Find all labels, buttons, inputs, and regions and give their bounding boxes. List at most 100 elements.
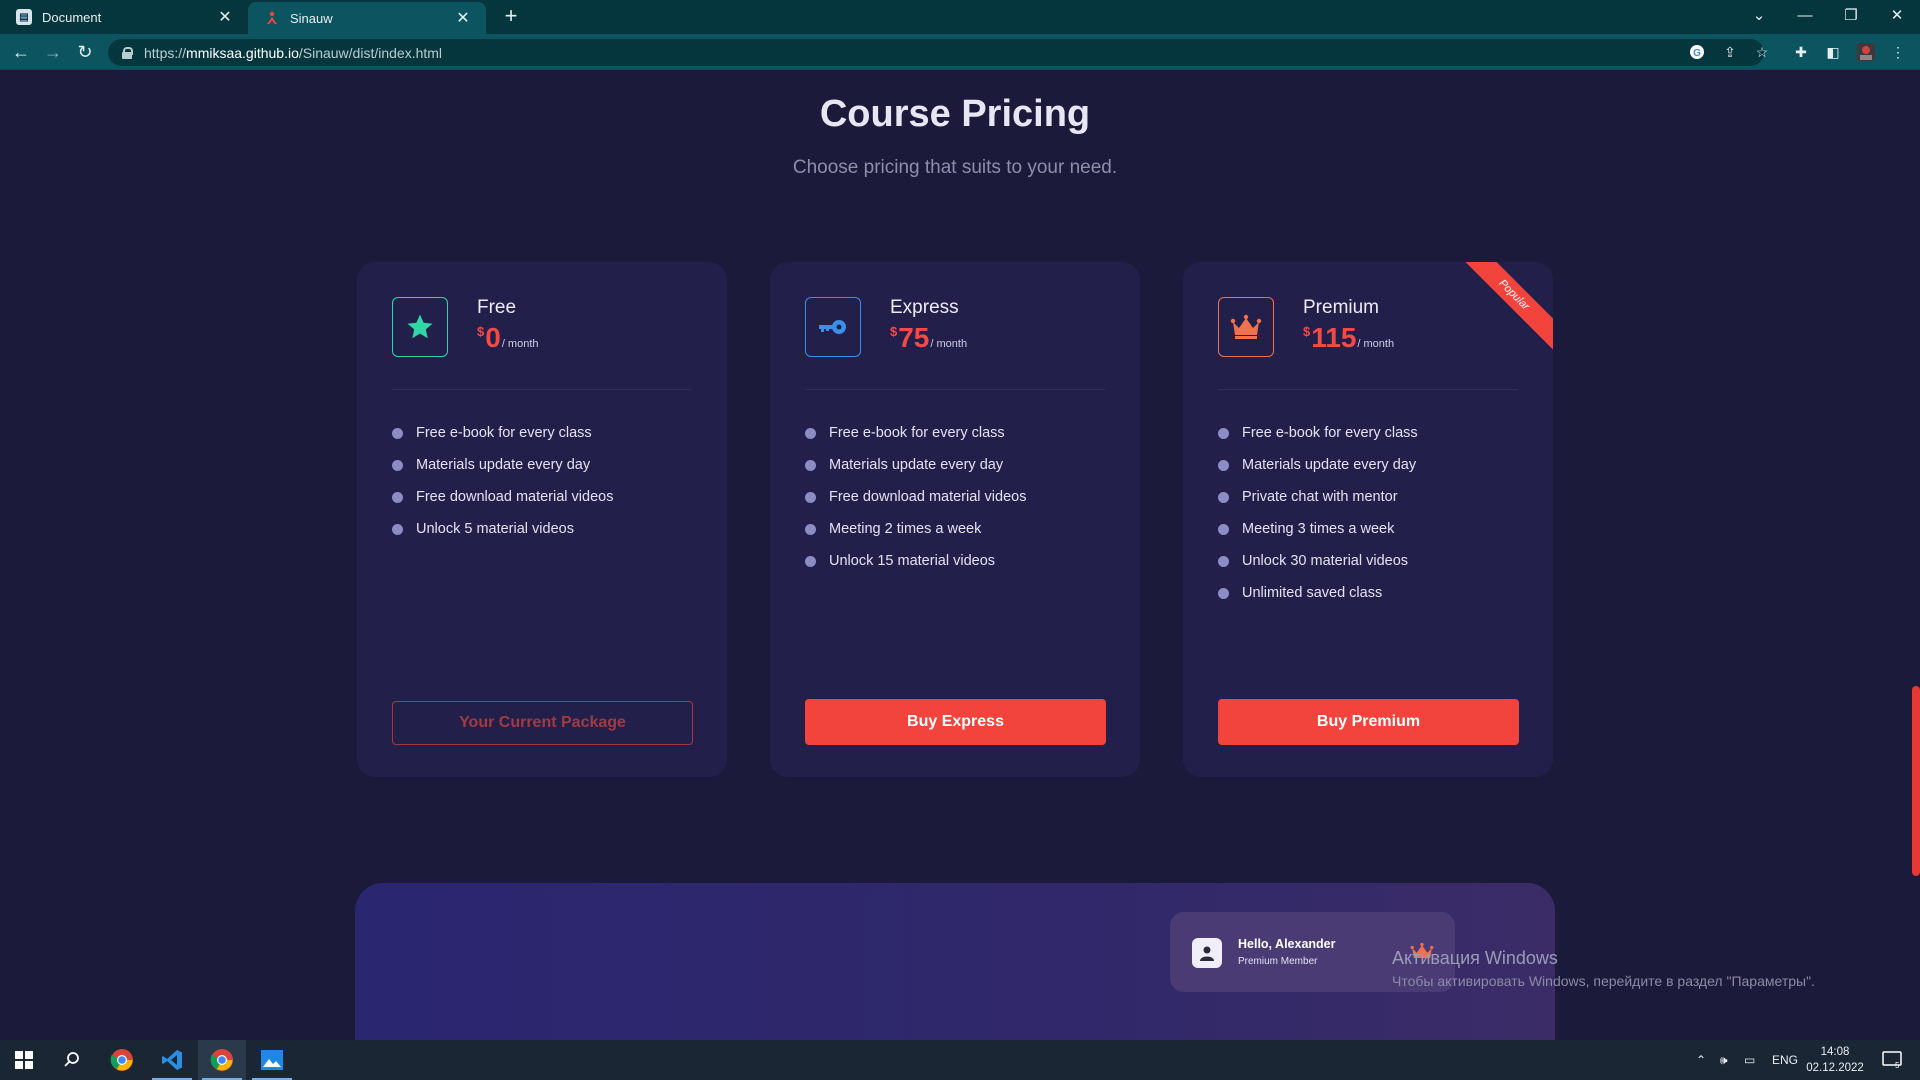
google-icon[interactable]: G: [1687, 42, 1707, 62]
plan-price: $ 115 / month: [1303, 322, 1394, 354]
menu-kebab-icon[interactable]: ⋮: [1888, 42, 1908, 62]
svg-text:G: G: [1693, 48, 1701, 59]
popular-badge: Popular: [1453, 262, 1553, 356]
key-icon: [805, 297, 861, 357]
close-window-button[interactable]: ✕: [1874, 0, 1920, 30]
tab-title: Sinauw: [290, 10, 333, 26]
profile-avatar[interactable]: [1856, 42, 1876, 62]
feature-item: Meeting 2 times a week: [805, 513, 1026, 545]
url-path: /Sinauw/dist/index.html: [298, 44, 443, 61]
feature-text: Unlock 5 material videos: [416, 521, 574, 537]
bullet-dot: [392, 459, 403, 471]
document-favicon-icon: ▤: [16, 9, 32, 25]
feature-item: Free e-book for every class: [805, 417, 1026, 449]
tab-title: Document: [42, 9, 102, 25]
extensions-puzzle-icon[interactable]: ✚: [1791, 42, 1811, 62]
reload-icon[interactable]: ↻: [72, 40, 98, 64]
bullet-dot: [392, 491, 403, 503]
greeting-text: Hello, Alexander: [1238, 937, 1336, 951]
bullet-dot: [805, 523, 816, 535]
taskbar-clock[interactable]: 14:08 02.12.2022: [1805, 1044, 1865, 1076]
windows-activation-text: Чтобы активировать Windows, перейдите в …: [1392, 973, 1815, 989]
feature-item: Materials update every day: [805, 449, 1026, 481]
minimize-button[interactable]: —: [1782, 0, 1828, 30]
feature-text: Free e-book for every class: [416, 425, 592, 441]
clock-date: 02.12.2022: [1806, 1062, 1864, 1074]
plan-price: $ 75 / month: [890, 322, 967, 354]
card-divider: [392, 389, 692, 390]
clock-time: 14:08: [1820, 1046, 1850, 1058]
address-toolbar: ← → ↻ https://mmiksaa.github.io/Sinauw/d…: [0, 34, 1920, 70]
feature-list: Free e-book for every class Materials up…: [392, 417, 613, 545]
bullet-dot: [392, 427, 403, 439]
notifications-icon[interactable]: 5: [1880, 1040, 1904, 1080]
network-icon[interactable]: ▭: [1744, 1040, 1755, 1080]
card-divider: [805, 389, 1105, 390]
pricing-card-free: Free $ 0 / month Free e-book for every c…: [357, 262, 727, 777]
scrollbar-thumb[interactable]: [1912, 686, 1920, 876]
price-currency: $: [1303, 324, 1311, 339]
bullet-dot: [805, 459, 816, 471]
feature-text: Meeting 3 times a week: [1242, 521, 1395, 537]
bullet-dot: [1218, 523, 1229, 535]
tab-document[interactable]: ▤ Document ✕: [0, 0, 248, 34]
photos-icon[interactable]: [248, 1040, 296, 1080]
page-scrollbar[interactable]: [1910, 71, 1920, 1040]
new-tab-button[interactable]: +: [498, 4, 524, 30]
buy-express-button[interactable]: Buy Express: [805, 699, 1106, 745]
price-currency: $: [477, 324, 485, 339]
feature-text: Unlock 15 material videos: [829, 553, 996, 569]
tab-search-icon[interactable]: ⌄: [1736, 0, 1782, 30]
back-icon[interactable]: ←: [8, 40, 34, 64]
feature-text: Free download material videos: [829, 489, 1027, 505]
windows-activation-title: Активация Windows: [1392, 948, 1558, 968]
user-avatar-icon: [1192, 938, 1222, 968]
sinauw-favicon-icon: [264, 10, 280, 26]
close-tab-icon[interactable]: ✕: [454, 8, 472, 28]
url-host: mmiksaa.github.io: [186, 44, 299, 61]
vscode-icon[interactable]: [148, 1040, 196, 1080]
plan-name: Free: [477, 297, 517, 318]
chrome-icon[interactable]: [98, 1040, 146, 1080]
price-period: / month: [930, 338, 968, 350]
bullet-dot: [805, 491, 816, 503]
language-indicator[interactable]: ENG: [1772, 1040, 1798, 1080]
close-tab-icon[interactable]: ✕: [216, 7, 234, 27]
feature-item: Materials update every day: [392, 449, 613, 481]
pricing-title: Course Pricing: [819, 93, 1091, 135]
windows-taskbar: ⌃ 🕪 ▭ ENG 14:08 02.12.2022 5: [0, 1040, 1920, 1080]
feature-list: Free e-book for every class Materials up…: [805, 417, 1026, 577]
price-period: / month: [501, 338, 539, 350]
pricing-card-premium: Popular Premium $ 115 / month Free e-boo…: [1183, 262, 1553, 777]
start-windows-icon[interactable]: [0, 1040, 48, 1080]
chrome-profile-icon[interactable]: [198, 1040, 246, 1080]
bullet-dot: [1218, 555, 1229, 567]
share-icon[interactable]: ⇪: [1720, 42, 1740, 62]
restore-button[interactable]: ❐: [1828, 0, 1874, 30]
crown-icon: [1218, 297, 1274, 357]
feature-item: Unlock 30 material videos: [1218, 545, 1418, 577]
buy-premium-button[interactable]: Buy Premium: [1218, 699, 1519, 745]
bullet-dot: [1218, 491, 1229, 503]
feature-item: Meeting 3 times a week: [1218, 513, 1418, 545]
price-amount: 115: [1311, 322, 1357, 353]
tab-sinauw[interactable]: Sinauw ✕: [248, 2, 486, 34]
side-panel-icon[interactable]: ◧: [1823, 42, 1843, 62]
feature-text: Free e-book for every class: [1242, 425, 1418, 441]
forward-icon[interactable]: →: [40, 40, 66, 64]
current-package-button[interactable]: Your Current Package: [392, 701, 693, 745]
price-amount: 75: [898, 322, 930, 353]
feature-item: Materials update every day: [1218, 449, 1418, 481]
bookmark-star-icon[interactable]: ☆: [1752, 42, 1772, 62]
card-divider: [1218, 389, 1518, 390]
feature-item: Free e-book for every class: [392, 417, 613, 449]
tray-chevron-icon[interactable]: ⌃: [1696, 1040, 1706, 1080]
feature-text: Meeting 2 times a week: [829, 521, 982, 537]
bullet-dot: [805, 555, 816, 567]
feature-item: Private chat with mentor: [1218, 481, 1418, 513]
address-bar[interactable]: https://mmiksaa.github.io/Sinauw/dist/in…: [108, 39, 1764, 66]
search-icon[interactable]: [48, 1040, 96, 1080]
feature-item: Free e-book for every class: [1218, 417, 1418, 449]
plan-name: Express: [890, 297, 959, 318]
volume-icon[interactable]: 🕪: [1720, 1040, 1728, 1080]
